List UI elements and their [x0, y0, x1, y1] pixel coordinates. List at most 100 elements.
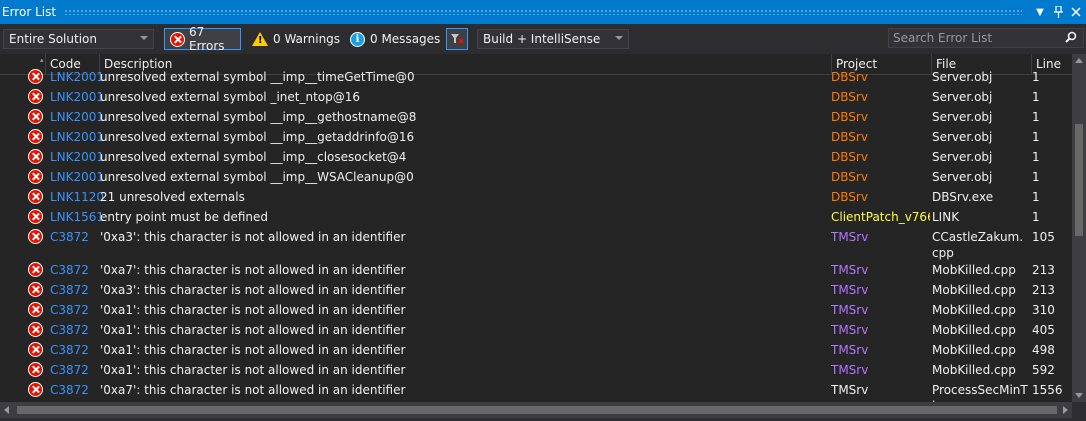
- pin-icon[interactable]: [1050, 2, 1066, 22]
- error-description: '0xa1': this character is not allowed in…: [100, 363, 406, 377]
- error-code-link[interactable]: LNK2001: [50, 109, 104, 125]
- warnings-filter-button[interactable]: ! 0 Warnings: [247, 28, 345, 50]
- error-description: unresolved external symbol __imp__timeGe…: [100, 70, 415, 84]
- error-description: '0xa3': this character is not allowed in…: [100, 283, 406, 297]
- info-icon: i: [350, 31, 365, 47]
- error-code-link[interactable]: C3872: [50, 362, 89, 378]
- error-description: unresolved external symbol __imp__gethos…: [100, 110, 417, 124]
- vertical-scrollbar[interactable]: [1072, 54, 1086, 402]
- scroll-left-icon[interactable]: [4, 406, 9, 414]
- error-project: TMSrv: [831, 303, 869, 317]
- error-icon: [28, 302, 43, 317]
- table-row[interactable]: LNK2001 unresolved external symbol __imp_…: [0, 107, 1072, 127]
- table-row[interactable]: C3872 '0xa3': this character is not allow…: [0, 227, 1072, 260]
- error-description: '0xa7': this character is not allowed in…: [100, 263, 406, 277]
- scope-dropdown[interactable]: Entire Solution: [3, 29, 154, 49]
- table-row[interactable]: C3872 '0xa1': this character is not allow…: [0, 340, 1072, 360]
- error-line: 1: [1032, 130, 1040, 144]
- error-file: MobKilled.cpp: [932, 323, 1016, 337]
- error-icon: [28, 382, 43, 397]
- error-description: unresolved external symbol __imp__WSACle…: [100, 170, 414, 184]
- error-project: TMSrv: [831, 383, 869, 397]
- error-file: MobKilled.cpp: [932, 303, 1016, 317]
- error-project: TMSrv: [831, 343, 869, 357]
- search-icon[interactable]: [1065, 31, 1077, 45]
- error-icon: [28, 69, 43, 84]
- error-project: TMSrv: [831, 263, 869, 277]
- error-project: DBSrv: [831, 150, 868, 164]
- scroll-right-icon[interactable]: [1063, 406, 1068, 414]
- error-description: 21 unresolved externals: [100, 190, 245, 204]
- table-row[interactable]: C3872 '0xa7': this character is not allow…: [0, 380, 1072, 402]
- table-row[interactable]: LNK2001 unresolved external symbol __imp_…: [0, 167, 1072, 187]
- error-icon: [28, 129, 43, 144]
- error-code-link[interactable]: C3872: [50, 342, 89, 358]
- error-project: TMSrv: [831, 363, 869, 377]
- error-line: 1: [1032, 110, 1040, 124]
- error-icon: [28, 109, 43, 124]
- table-row[interactable]: LNK2001 unresolved external symbol __imp_…: [0, 67, 1072, 87]
- scroll-up-icon[interactable]: [1075, 58, 1083, 63]
- table-row[interactable]: C3872 '0xa1': this character is not allow…: [0, 360, 1072, 380]
- error-code-link[interactable]: C3872: [50, 322, 89, 338]
- table-row[interactable]: LNK1120 21 unresolved externals DBSrv DBSrv…: [0, 187, 1072, 207]
- error-icon: [170, 31, 185, 47]
- table-row[interactable]: LNK2001 unresolved external symbol __imp_…: [0, 147, 1072, 167]
- error-code-link[interactable]: C3872: [50, 382, 89, 398]
- error-description: '0xa3': this character is not allowed in…: [100, 230, 406, 244]
- error-code-link[interactable]: LNK2001: [50, 149, 104, 165]
- title-bar-grip[interactable]: [64, 9, 1022, 15]
- scroll-down-icon[interactable]: [1075, 393, 1083, 398]
- build-filter-button[interactable]: [446, 28, 468, 50]
- sort-grip-icon: ▴: [40, 56, 44, 64]
- error-code-link[interactable]: C3872: [50, 302, 89, 318]
- window-menu-chevron-icon[interactable]: ▼: [1032, 2, 1048, 22]
- error-file: DBSrv.exe: [932, 190, 994, 204]
- error-line: 498: [1032, 343, 1055, 357]
- error-icon: [28, 262, 43, 277]
- source-dropdown[interactable]: Build + IntelliSense: [477, 29, 629, 49]
- error-code-link[interactable]: LNK1120: [50, 189, 104, 205]
- close-icon[interactable]: [1068, 2, 1084, 22]
- error-code-link[interactable]: C3872: [50, 229, 89, 245]
- error-code-link[interactable]: LNK2001: [50, 129, 104, 145]
- filter-icon: [451, 34, 464, 44]
- table-row[interactable]: LNK1561 entry point must be defined Client…: [0, 207, 1072, 227]
- error-code-link[interactable]: LNK2001: [50, 69, 104, 85]
- chevron-down-icon: [615, 36, 623, 40]
- error-icon: [28, 149, 43, 164]
- error-line: 213: [1032, 283, 1055, 297]
- error-file: Server.obj: [932, 170, 993, 184]
- window-title: Error List: [2, 5, 57, 19]
- error-file: CCastleZakum.cpp: [932, 230, 1024, 260]
- error-file: LINK: [932, 210, 960, 224]
- error-line: 1556: [1032, 383, 1063, 397]
- table-row[interactable]: LNK2001 unresolved external symbol __imp_…: [0, 127, 1072, 147]
- table-row[interactable]: C3872 '0xa3': this character is not allow…: [0, 280, 1072, 300]
- error-description: unresolved external symbol _inet_ntop@16: [100, 90, 361, 104]
- messages-count-label: 0 Messages: [370, 32, 441, 46]
- error-code-link[interactable]: LNK2001: [50, 169, 104, 185]
- error-project: DBSrv: [831, 190, 868, 204]
- messages-filter-button[interactable]: i 0 Messages: [345, 28, 445, 50]
- table-row[interactable]: C3872 '0xa1': this character is not allow…: [0, 300, 1072, 320]
- table-row[interactable]: LNK2001 unresolved external symbol _inet_…: [0, 87, 1072, 107]
- error-line: 1: [1032, 150, 1040, 164]
- table-row[interactable]: C3872 '0xa7': this character is not allow…: [0, 260, 1072, 280]
- error-description: '0xa7': this character is not allowed in…: [100, 383, 406, 397]
- error-code-link[interactable]: LNK2001: [50, 89, 104, 105]
- error-code-link[interactable]: C3872: [50, 262, 89, 278]
- horizontal-scroll-thumb[interactable]: [17, 406, 1057, 414]
- error-rows: LNK2001 unresolved external symbol __imp_…: [0, 67, 1072, 402]
- horizontal-scrollbar[interactable]: [0, 402, 1072, 418]
- table-row[interactable]: C3872 '0xa1': this character is not allow…: [0, 320, 1072, 340]
- error-code-link[interactable]: LNK1561: [50, 209, 104, 225]
- error-description: unresolved external symbol __imp__getadd…: [100, 130, 415, 144]
- search-error-list-input[interactable]: Search Error List: [888, 28, 1084, 48]
- error-code-link[interactable]: C3872: [50, 282, 89, 298]
- error-file: MobKilled.cpp: [932, 283, 1016, 297]
- errors-filter-button[interactable]: 67 Errors: [164, 25, 241, 53]
- warnings-count-label: 0 Warnings: [273, 32, 341, 46]
- error-description: unresolved external symbol __imp__closes…: [100, 150, 407, 164]
- vertical-scroll-thumb[interactable]: [1075, 124, 1083, 236]
